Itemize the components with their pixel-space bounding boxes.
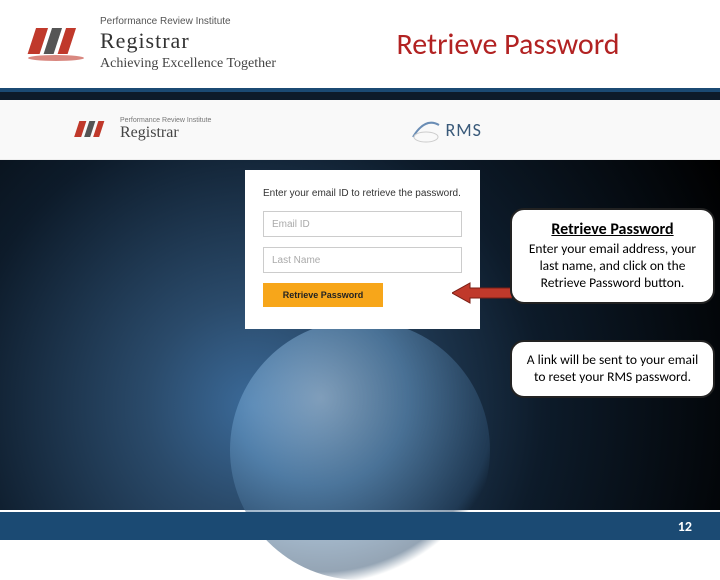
retrieve-password-button[interactable]: Retrieve Password (263, 283, 383, 307)
page-number: 12 (678, 518, 692, 535)
mini-pri-name: Performance Review Institute (120, 117, 211, 125)
registrar-word: Registrar (100, 28, 276, 54)
pri-logo-mark-icon (20, 22, 92, 66)
email-field[interactable]: Email ID (263, 211, 462, 237)
mini-pri-logo: Performance Review Institute Registrar (70, 117, 211, 143)
screenshot-header-bar: Performance Review Institute Registrar R… (0, 100, 720, 160)
callout-retrieve: Retrieve Password Enter your email addre… (510, 208, 715, 304)
page-title: Retrieve Password (316, 26, 700, 63)
retrieve-form-panel: Enter your email ID to retrieve the pass… (245, 170, 480, 329)
rms-text: RMS (445, 119, 481, 141)
lastname-field[interactable]: Last Name (263, 247, 462, 273)
callout-title: Retrieve Password (526, 220, 699, 239)
pri-tagline: Achieving Excellence Together (100, 56, 276, 72)
red-arrow-icon (452, 282, 512, 304)
pri-logo-main: Performance Review Institute Registrar A… (20, 16, 276, 72)
rms-logo: RMS (411, 115, 481, 145)
callout-body-2: A link will be sent to your email to res… (526, 352, 699, 386)
slide-footer: 12 (0, 512, 720, 540)
mini-registrar: Registrar (120, 124, 211, 142)
callout-link: A link will be sent to your email to res… (510, 340, 715, 398)
globe-graphic-icon (230, 320, 490, 580)
callout-body-1: Enter your email address, your last name… (526, 241, 699, 292)
divider-bands: Performance Review Institute Registrar R… (0, 88, 720, 160)
pri-logo-small-icon (70, 119, 114, 141)
form-prompt: Enter your email ID to retrieve the pass… (263, 188, 462, 199)
pri-name: Performance Review Institute (100, 16, 276, 28)
rms-swoosh-icon (411, 115, 441, 145)
slide-header: Performance Review Institute Registrar A… (0, 0, 720, 88)
